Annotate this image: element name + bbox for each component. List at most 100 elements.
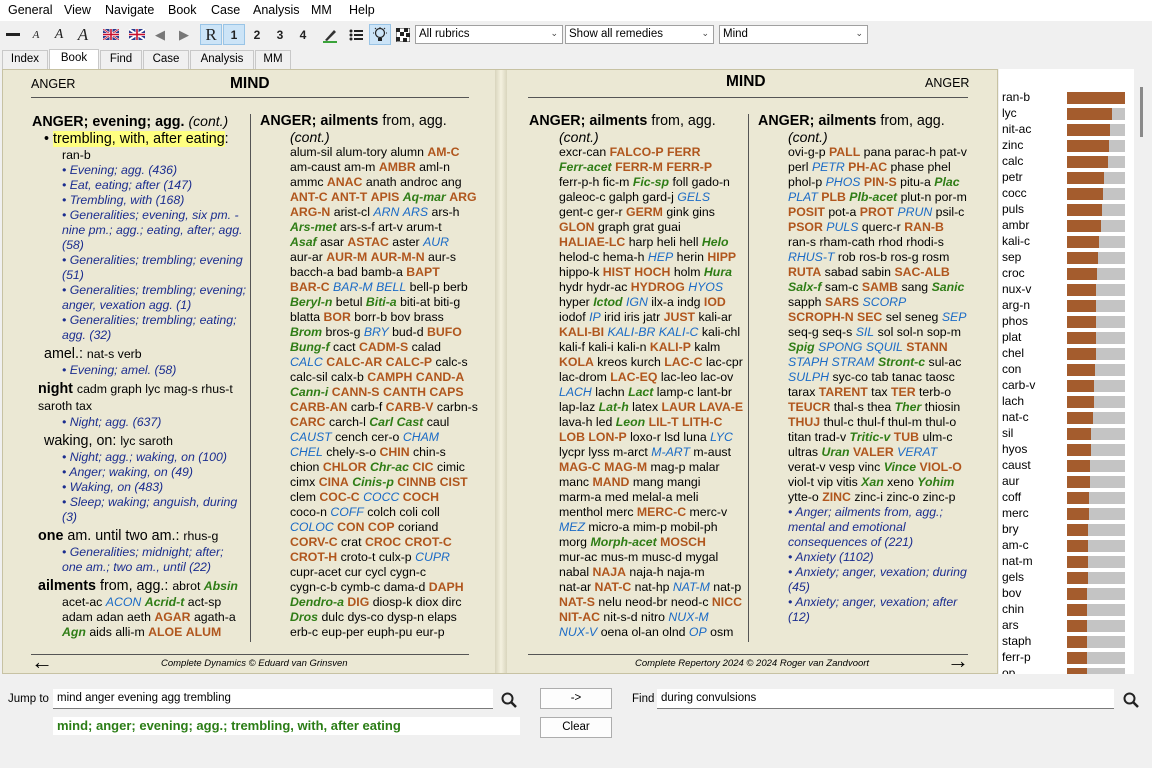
remedy[interactable]: abrot [172, 579, 200, 593]
cross-reference[interactable]: • Trembling, with (168) [32, 193, 247, 208]
remedy[interactable]: Acrid-t [145, 595, 185, 609]
remedy[interactable]: LOB [559, 430, 585, 444]
remedy[interactable]: sang [901, 280, 928, 294]
remedy[interactable]: lap-laz [559, 400, 595, 414]
remedy[interactable]: brass [414, 310, 444, 324]
remedy[interactable]: PLB [821, 190, 846, 204]
remedy[interactable]: ros-b [859, 250, 887, 264]
remedy[interactable]: zinc-p [923, 490, 956, 504]
previous-page-arrow-icon[interactable]: ← [31, 651, 53, 673]
remedy[interactable]: HYOS [688, 280, 723, 294]
remedy[interactable]: ACON [106, 595, 142, 609]
remedy[interactable]: pat-v [940, 145, 967, 159]
remedy[interactable]: syc-co [832, 370, 868, 384]
remedy[interactable]: Ther [895, 400, 922, 414]
remedy[interactable]: naja-h [629, 565, 663, 579]
result-row[interactable]: merc [1002, 506, 1132, 522]
remedy[interactable]: fic-m [603, 175, 630, 189]
result-row[interactable]: puls [1002, 202, 1132, 218]
remedy[interactable]: Asaf [290, 235, 317, 249]
result-row[interactable]: nux-v [1002, 282, 1132, 298]
remedy[interactable]: aster [392, 235, 419, 249]
cross-reference[interactable]: • Generalities; midnight; after; one am.… [32, 545, 247, 575]
remedy[interactable]: HIPP [707, 250, 736, 264]
remedy[interactable]: tab [871, 370, 888, 384]
font-larger-icon[interactable]: A [73, 24, 93, 45]
remedy[interactable]: cench [335, 430, 368, 444]
remedy[interactable]: PIN-S [864, 175, 897, 189]
remedy[interactable]: seneg [905, 310, 939, 324]
remedy[interactable]: adam [62, 610, 93, 624]
remedy[interactable]: carbn-s [437, 400, 478, 414]
remedy[interactable]: gent-c [559, 205, 593, 219]
remedy[interactable]: bell-p [410, 280, 440, 294]
remedy[interactable]: lachn [595, 385, 624, 399]
next-page-arrow-icon[interactable]: → [947, 650, 969, 672]
remedy[interactable]: led [596, 415, 612, 429]
remedy[interactable]: calad [412, 340, 441, 354]
rubric-one[interactable]: one [38, 528, 63, 544]
remedy[interactable]: RUTA [788, 265, 821, 279]
remedy[interactable]: elaps [427, 610, 456, 624]
remedy[interactable]: cymb-c [341, 580, 381, 594]
remedy[interactable]: sam-c [825, 280, 858, 294]
remedy[interactable]: phase [891, 160, 925, 174]
remedy[interactable]: SEC [857, 310, 882, 324]
remedy[interactable]: carch-l [329, 415, 366, 429]
remedy[interactable]: zinc-i [854, 490, 883, 504]
remedy[interactable]: CANN-S [332, 385, 380, 399]
remedy[interactable]: sul-ac [929, 355, 962, 369]
result-row[interactable]: ambr [1002, 218, 1132, 234]
remedy[interactable]: GELS [677, 190, 710, 204]
cross-reference[interactable]: • Anxiety; anger, vexation; after (12) [758, 595, 973, 625]
remedy[interactable]: Brom [290, 325, 322, 339]
remedy[interactable]: rob [838, 250, 856, 264]
remedy[interactable]: CIC [412, 460, 433, 474]
remedy[interactable]: nat-p [713, 580, 741, 594]
remedy[interactable]: ammc [290, 175, 323, 189]
remedy[interactable]: coco-n [290, 505, 327, 519]
remedy[interactable]: hell [679, 235, 698, 249]
remedy[interactable]: mangi [667, 475, 701, 489]
remedy[interactable]: xeno [887, 475, 914, 489]
remedy[interactable]: dulc [321, 610, 344, 624]
remedy[interactable]: SEP [942, 310, 967, 324]
remedy[interactable]: mang [633, 475, 664, 489]
cross-reference[interactable]: • Evening; agg. (436) [32, 163, 247, 178]
cross-reference[interactable]: • Generalities; evening, six pm. - nine … [32, 208, 247, 253]
result-row[interactable]: sil [1002, 426, 1132, 442]
cross-reference[interactable]: • Generalities; trembling; evening; ange… [32, 283, 247, 313]
remedy[interactable]: SULPH [788, 370, 829, 384]
results-scrollbar[interactable] [1136, 69, 1151, 674]
rubric-amel[interactable]: amel.: [44, 346, 83, 362]
result-row[interactable]: am-c [1002, 538, 1132, 554]
degree-4-button[interactable]: 4 [293, 24, 313, 45]
remedy[interactable]: acet-ac [62, 595, 102, 609]
remedy[interactable]: BAR-M [333, 280, 373, 294]
menu-view[interactable]: View [64, 3, 91, 17]
remedy[interactable]: excr-can [559, 145, 606, 159]
result-row[interactable]: lyc [1002, 106, 1132, 122]
remedy[interactable]: FERR-P [666, 160, 712, 174]
remedy[interactable]: Ferr-acet [559, 160, 612, 174]
remedy[interactable]: ALUM [186, 625, 222, 639]
remedy[interactable]: hydr [559, 280, 583, 294]
remedy[interactable]: merc-v [690, 505, 728, 519]
remedy[interactable]: KOLA [559, 355, 594, 369]
remedy[interactable]: sapph [788, 295, 822, 309]
remedy[interactable]: erb-c [290, 625, 318, 639]
remedy[interactable]: irid [604, 310, 620, 324]
remedy[interactable]: coriand [398, 520, 438, 534]
remedy[interactable]: foll [672, 175, 688, 189]
remedy[interactable]: diosp-k [373, 595, 413, 609]
remedy[interactable]: CARB-V [386, 400, 434, 414]
result-row[interactable]: op [1002, 666, 1132, 674]
remedy[interactable]: DIG [347, 595, 369, 609]
remedy[interactable]: ANT-C [290, 190, 328, 204]
remedy[interactable]: HIST [603, 265, 631, 279]
remedy[interactable]: dama-d [384, 580, 426, 594]
remedy[interactable]: TEUCR [788, 400, 830, 414]
remedy[interactable]: COC-C [319, 490, 359, 504]
remedy[interactable]: galeoc-c [559, 190, 605, 204]
remedy[interactable]: Ictod [593, 295, 622, 309]
